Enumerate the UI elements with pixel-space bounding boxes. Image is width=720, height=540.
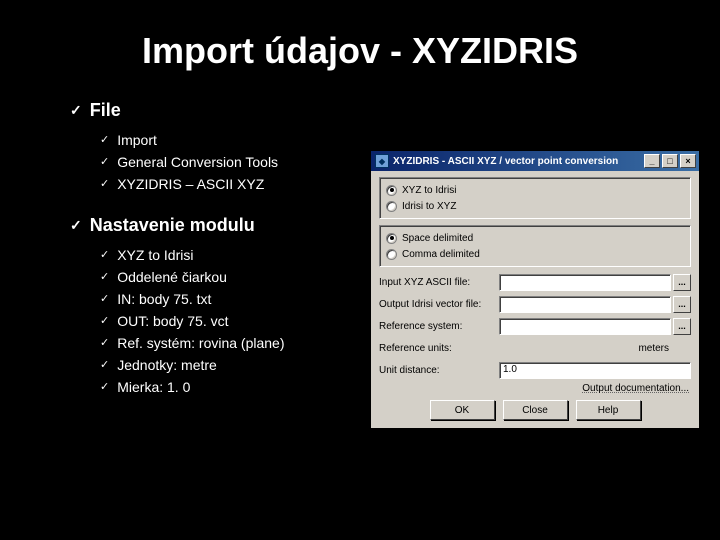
list-item-text: General Conversion Tools	[117, 151, 278, 173]
file-sublist: ✓ Import ✓ General Conversion Tools ✓ XYZID…	[100, 129, 285, 195]
radio-xyz-to-idrisi[interactable]: XYZ to Idrisi	[386, 182, 684, 198]
section-file: ✓ File ✓ Import ✓ General Conversion Tools…	[70, 100, 285, 195]
radio-label: Comma delimited	[402, 249, 480, 260]
browse-input-button[interactable]: ...	[673, 274, 691, 291]
list-item: ✓ Oddelené čiarkou	[100, 266, 285, 288]
input-file-field[interactable]	[499, 274, 671, 291]
refsys-field[interactable]	[499, 318, 671, 335]
check-icon: ✓	[100, 266, 109, 288]
radio-icon	[386, 185, 397, 196]
section-nastavenie: ✓ Nastavenie modulu ✓ XYZ to Idrisi ✓ Odde…	[70, 215, 285, 398]
refsys-label: Reference system:	[379, 321, 499, 332]
section-heading-text: File	[90, 100, 121, 121]
check-icon: ✓	[70, 217, 82, 234]
unitdist-field[interactable]: 1.0	[499, 362, 691, 379]
row-refsys: Reference system: ...	[379, 317, 691, 335]
section-heading: ✓ Nastavenie modulu	[70, 215, 285, 236]
radio-label: Space delimited	[402, 233, 473, 244]
dialog-titlebar[interactable]: ◆ XYZIDRIS - ASCII XYZ / vector point co…	[371, 151, 699, 171]
check-icon: ✓	[100, 151, 109, 173]
list-item-text: Import	[117, 129, 157, 151]
list-item-text: Ref. systém: rovina (plane)	[117, 332, 284, 354]
direction-panel: XYZ to Idrisi Idrisi to XYZ	[379, 177, 691, 219]
row-output-file: Output Idrisi vector file: ...	[379, 295, 691, 313]
radio-idrisi-to-xyz[interactable]: Idrisi to XYZ	[386, 198, 684, 214]
slide-content: ✓ File ✓ Import ✓ General Conversion Tools…	[70, 100, 285, 418]
list-item-text: OUT: body 75. vct	[117, 310, 228, 332]
list-item: ✓ Mierka: 1. 0	[100, 376, 285, 398]
list-item-text: Oddelené čiarkou	[117, 266, 227, 288]
radio-icon	[386, 233, 397, 244]
list-item: ✓ IN: body 75. txt	[100, 288, 285, 310]
list-item-text: IN: body 75. txt	[117, 288, 211, 310]
refunits-value: meters	[499, 343, 691, 354]
radio-label: Idrisi to XYZ	[402, 201, 456, 212]
close-button[interactable]: Close	[503, 400, 568, 420]
check-icon: ✓	[100, 354, 109, 376]
check-icon: ✓	[100, 288, 109, 310]
list-item-text: XYZ to Idrisi	[117, 244, 193, 266]
unitdist-label: Unit distance:	[379, 365, 499, 376]
section-heading-text: Nastavenie modulu	[90, 215, 255, 236]
browse-output-button[interactable]: ...	[673, 296, 691, 313]
list-item: ✓ Ref. systém: rovina (plane)	[100, 332, 285, 354]
check-icon: ✓	[100, 244, 109, 266]
browse-refsys-button[interactable]: ...	[673, 318, 691, 335]
delimiter-panel: Space delimited Comma delimited	[379, 225, 691, 267]
row-input-file: Input XYZ ASCII file: ...	[379, 273, 691, 291]
output-file-field[interactable]	[499, 296, 671, 313]
check-icon: ✓	[100, 310, 109, 332]
list-item-text: XYZIDRIS – ASCII XYZ	[117, 173, 264, 195]
radio-icon	[386, 201, 397, 212]
check-icon: ✓	[100, 332, 109, 354]
radio-label: XYZ to Idrisi	[402, 185, 456, 196]
radio-icon	[386, 249, 397, 260]
list-item: ✓ XYZ to Idrisi	[100, 244, 285, 266]
maximize-button[interactable]: □	[662, 154, 678, 168]
slide-title: Import údajov - XYZIDRIS	[0, 0, 720, 72]
minimize-button[interactable]: _	[644, 154, 660, 168]
dialog-button-row: OK Close Help	[379, 398, 691, 420]
check-icon: ✓	[100, 173, 109, 195]
list-item: ✓ OUT: body 75. vct	[100, 310, 285, 332]
ok-button[interactable]: OK	[430, 400, 495, 420]
list-item: ✓ Import	[100, 129, 285, 151]
list-item-text: Mierka: 1. 0	[117, 376, 190, 398]
list-item: ✓ Jednotky: metre	[100, 354, 285, 376]
radio-comma-delimited[interactable]: Comma delimited	[386, 246, 684, 262]
dialog-title: XYZIDRIS - ASCII XYZ / vector point conv…	[393, 156, 618, 167]
refunits-label: Reference units:	[379, 343, 499, 354]
dialog-body: XYZ to Idrisi Idrisi to XYZ Space delimi…	[371, 171, 699, 428]
help-button[interactable]: Help	[576, 400, 641, 420]
check-icon: ✓	[100, 129, 109, 151]
row-unitdist: Unit distance: 1.0	[379, 361, 691, 379]
check-icon: ✓	[70, 102, 82, 119]
list-item: ✓ XYZIDRIS – ASCII XYZ	[100, 173, 285, 195]
xyzidris-dialog: ◆ XYZIDRIS - ASCII XYZ / vector point co…	[370, 150, 700, 429]
radio-space-delimited[interactable]: Space delimited	[386, 230, 684, 246]
close-window-button[interactable]: ×	[680, 154, 696, 168]
input-file-label: Input XYZ ASCII file:	[379, 277, 499, 288]
output-documentation-link[interactable]: Output documentation...	[379, 383, 689, 394]
nastavenie-sublist: ✓ XYZ to Idrisi ✓ Oddelené čiarkou ✓ IN: bo…	[100, 244, 285, 398]
list-item-text: Jednotky: metre	[117, 354, 217, 376]
output-file-label: Output Idrisi vector file:	[379, 299, 499, 310]
check-icon: ✓	[100, 376, 109, 398]
section-heading: ✓ File	[70, 100, 285, 121]
list-item: ✓ General Conversion Tools	[100, 151, 285, 173]
row-refunits: Reference units: meters	[379, 339, 691, 357]
app-icon: ◆	[375, 154, 389, 168]
